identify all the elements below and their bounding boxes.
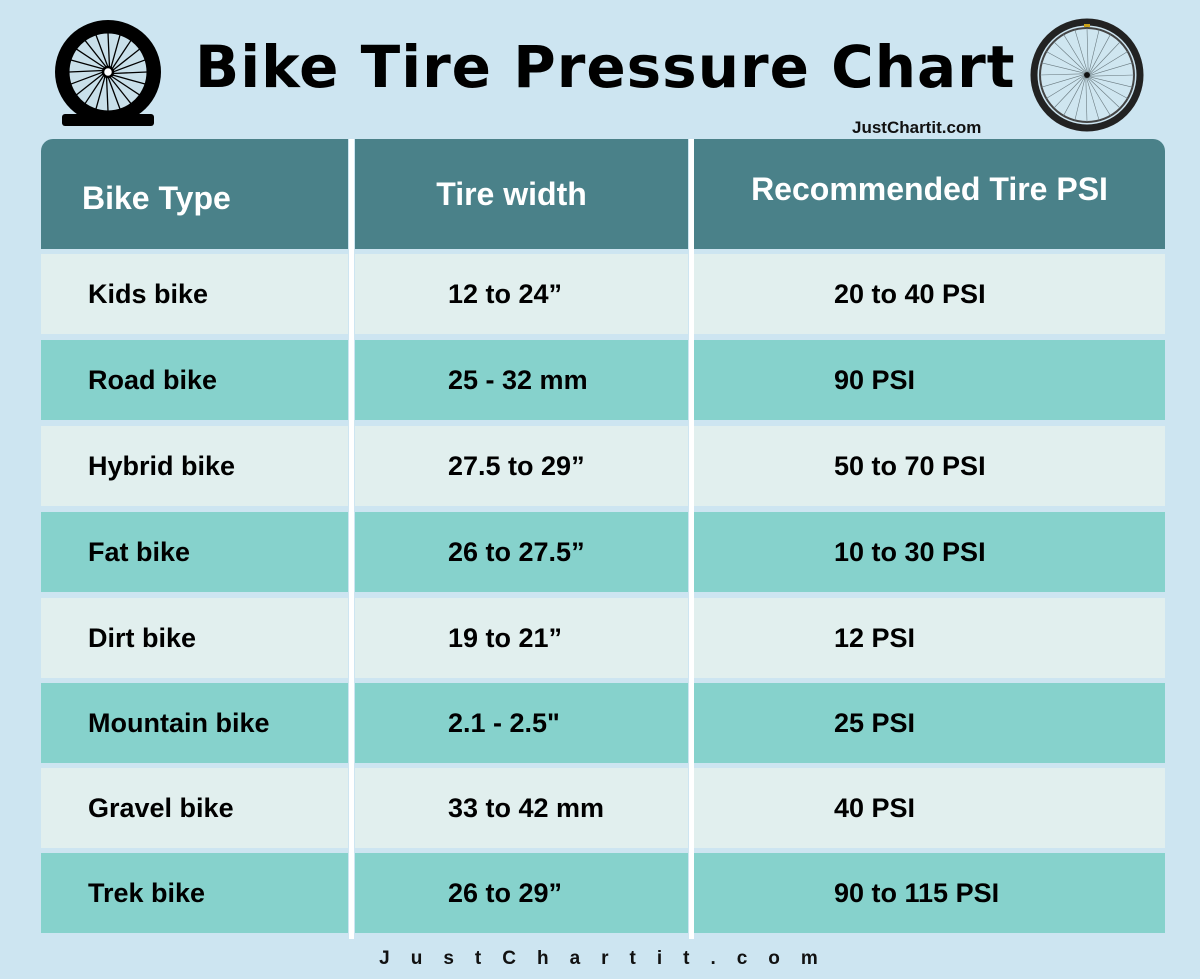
bike-type-cell: Trek bike — [41, 853, 348, 933]
bike-type-cell: Road bike — [41, 340, 348, 420]
table-row: Hybrid bike 27.5 to 29” 50 to 70 PSI — [41, 426, 1165, 506]
bike-wheel-photo-icon — [1030, 18, 1144, 132]
bike-type-cell: Dirt bike — [41, 598, 348, 678]
psi-cell: 10 to 30 PSI — [694, 512, 1165, 592]
column-header-recommended-psi: Recommended Tire PSI — [694, 139, 1165, 249]
tire-width-cell: 26 to 27.5” — [355, 512, 688, 592]
table-row: Fat bike 26 to 27.5” 10 to 30 PSI — [41, 512, 1165, 592]
tire-width-cell: 2.1 - 2.5" — [355, 683, 688, 763]
bike-type-cell: Mountain bike — [41, 683, 348, 763]
table-row: Trek bike 26 to 29” 90 to 115 PSI — [41, 853, 1165, 934]
psi-cell: 20 to 40 PSI — [694, 254, 1165, 334]
tire-width-cell: 33 to 42 mm — [355, 768, 688, 848]
column-header-bike-type: Bike Type — [41, 139, 348, 249]
brand-watermark-bottom: JustChartit.com — [379, 948, 839, 969]
page-title: Bike Tire Pressure Chart — [195, 33, 1016, 101]
tire-width-cell: 19 to 21” — [355, 598, 688, 678]
table-row: Road bike 25 - 32 mm 90 PSI — [41, 340, 1165, 420]
column-divider — [689, 139, 694, 939]
bike-type-cell: Fat bike — [41, 512, 348, 592]
tire-width-cell: 25 - 32 mm — [355, 340, 688, 420]
column-header-tire-width: Tire width — [355, 139, 688, 249]
psi-cell: 12 PSI — [694, 598, 1165, 678]
table-row: Kids bike 12 to 24” 20 to 40 PSI — [41, 254, 1165, 334]
table-row: Mountain bike 2.1 - 2.5" 25 PSI — [41, 683, 1165, 763]
table-row: Gravel bike 33 to 42 mm 40 PSI — [41, 768, 1165, 848]
psi-cell: 40 PSI — [694, 768, 1165, 848]
psi-cell: 25 PSI — [694, 683, 1165, 763]
bike-type-cell: Kids bike — [41, 254, 348, 334]
brand-watermark-top: JustChartit.com — [852, 118, 982, 137]
psi-cell: 90 PSI — [694, 340, 1165, 420]
tire-width-cell: 12 to 24” — [355, 254, 688, 334]
bike-type-cell: Hybrid bike — [41, 426, 348, 506]
tire-width-cell: 27.5 to 29” — [355, 426, 688, 506]
psi-cell: 90 to 115 PSI — [694, 853, 1165, 933]
bike-type-cell: Gravel bike — [41, 768, 348, 848]
column-divider — [349, 139, 354, 939]
tire-width-cell: 26 to 29” — [355, 853, 688, 933]
table-row: Dirt bike 19 to 21” 12 PSI — [41, 598, 1165, 678]
flat-bike-wheel-icon — [55, 20, 161, 126]
psi-cell: 50 to 70 PSI — [694, 426, 1165, 506]
